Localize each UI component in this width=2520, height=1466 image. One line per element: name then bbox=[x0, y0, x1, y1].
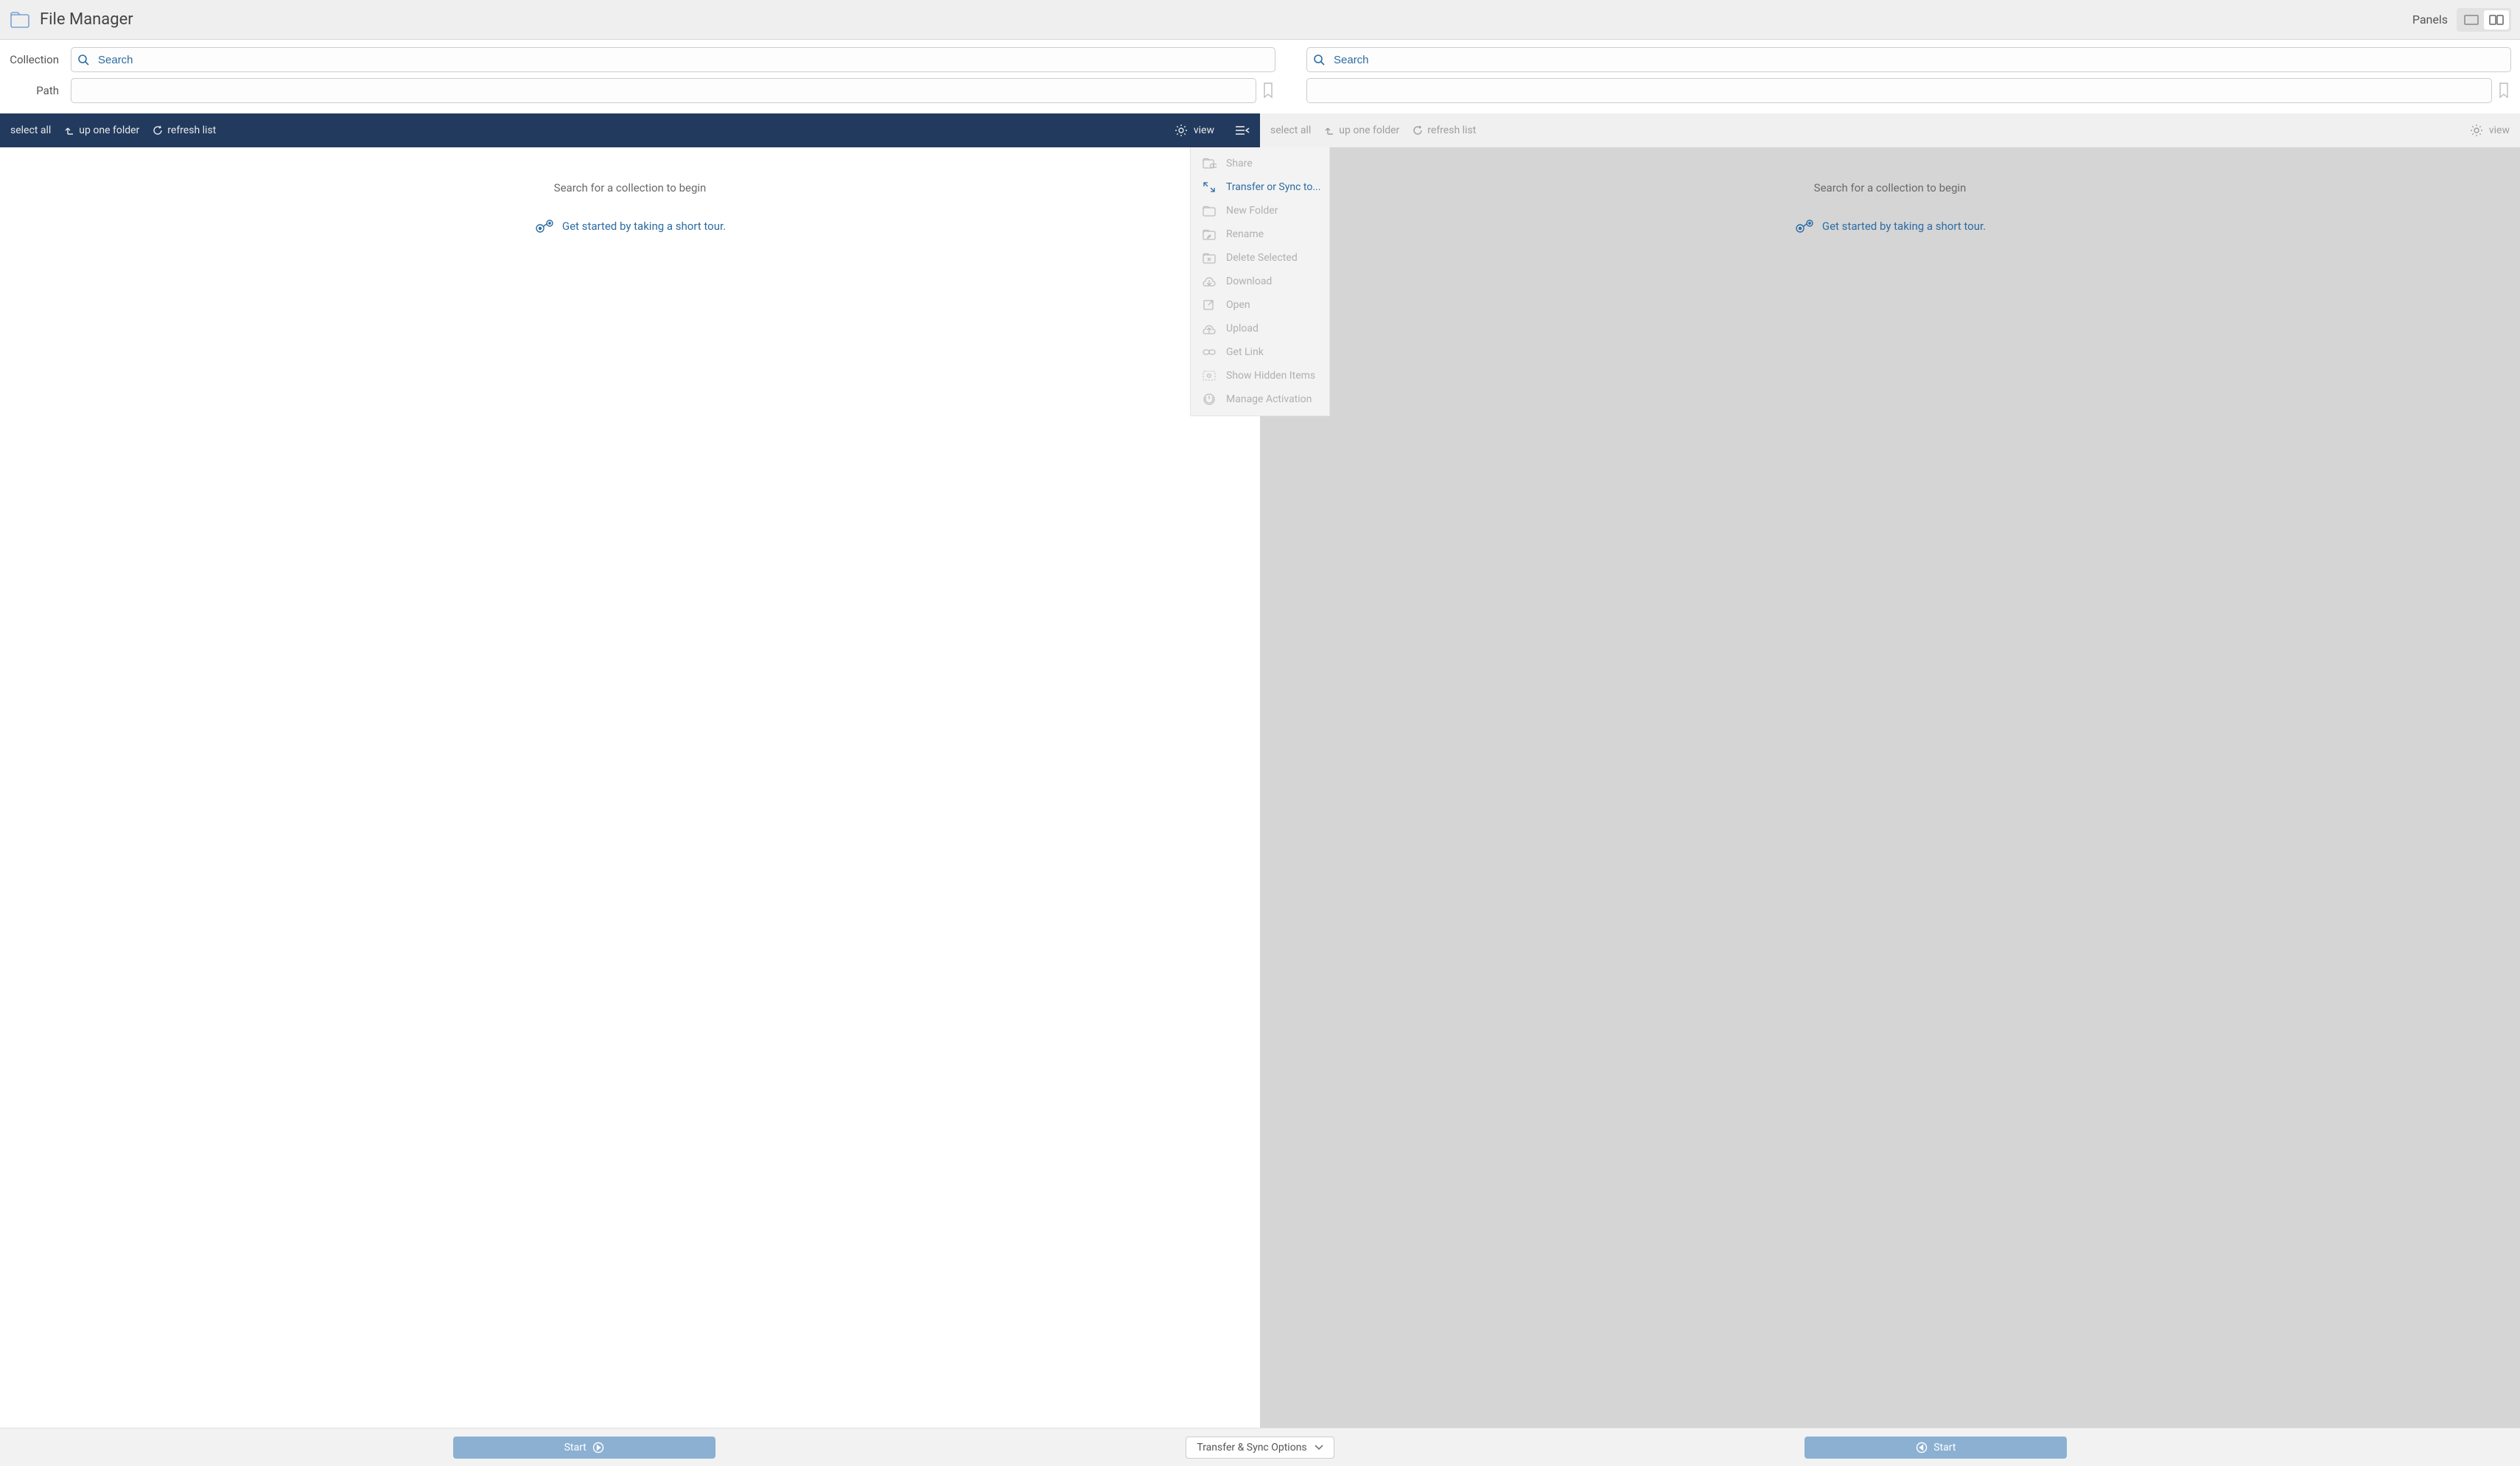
panes: Search for a collection to begin Get sta… bbox=[0, 147, 2520, 1428]
collection-search-left[interactable] bbox=[71, 47, 1275, 72]
up-arrow-icon bbox=[1324, 125, 1334, 136]
collection-search-right[interactable] bbox=[1306, 47, 2511, 72]
menu-item-new_folder: New Folder bbox=[1191, 199, 1329, 222]
up-one-folder-label: up one folder bbox=[79, 124, 139, 136]
menu-item-rename: Rename bbox=[1191, 222, 1329, 246]
menu-item-activation: Manage Activation bbox=[1191, 387, 1329, 411]
menu-item-label: Manage Activation bbox=[1226, 393, 1312, 405]
tour-link[interactable]: Get started by taking a short tour. bbox=[1794, 218, 1986, 234]
path-input-right[interactable] bbox=[1306, 78, 2492, 103]
right-pane: Search for a collection to begin Get sta… bbox=[1260, 147, 2520, 1428]
menu-item-label: Delete Selected bbox=[1226, 252, 1298, 264]
new_folder-icon bbox=[1201, 204, 1217, 217]
folder-icon bbox=[9, 10, 31, 30]
tour-link-label: Get started by taking a short tour. bbox=[562, 220, 726, 233]
transfer-icon bbox=[1201, 180, 1217, 194]
collection-label: Collection bbox=[9, 53, 59, 66]
fields-block: Collection Path bbox=[0, 40, 2520, 113]
left-pane: Search for a collection to begin Get sta… bbox=[0, 147, 1260, 1428]
start-right-button[interactable]: Start bbox=[1805, 1437, 2067, 1459]
start-left-button[interactable]: Start bbox=[453, 1437, 715, 1459]
view-label: view bbox=[2489, 124, 2510, 136]
empty-message: Search for a collection to begin bbox=[554, 181, 707, 194]
view-button[interactable]: view bbox=[2470, 124, 2510, 137]
menu-item-label: New Folder bbox=[1226, 205, 1278, 217]
menu-item-label: Upload bbox=[1226, 323, 1259, 334]
refresh-icon bbox=[1413, 125, 1423, 136]
activation-icon bbox=[1201, 393, 1217, 406]
path-row: Path bbox=[9, 78, 2511, 103]
play-left-icon bbox=[1916, 1442, 1928, 1453]
menu-item-label: Open bbox=[1226, 299, 1250, 311]
menu-item-open: Open bbox=[1191, 293, 1329, 317]
start-label: Start bbox=[564, 1442, 587, 1453]
get_link-icon bbox=[1201, 346, 1217, 359]
menu-item-get_link: Get Link bbox=[1191, 340, 1329, 364]
app-header: File Manager Panels bbox=[0, 0, 2520, 40]
start-label: Start bbox=[1933, 1442, 1956, 1453]
select-all-button[interactable]: select all bbox=[10, 124, 51, 136]
search-icon bbox=[1313, 54, 1325, 66]
menu-item-label: Show Hidden Items bbox=[1226, 370, 1315, 382]
gear-icon bbox=[2470, 124, 2483, 137]
panels-label: Panels bbox=[2412, 13, 2448, 27]
right-toolbar: select all up one folder refresh list vi… bbox=[1260, 113, 2520, 147]
share-icon bbox=[1201, 157, 1217, 170]
open-icon bbox=[1201, 298, 1217, 312]
bookmark-icon[interactable] bbox=[1261, 83, 1275, 99]
tour-icon bbox=[1794, 218, 1815, 234]
up-arrow-icon bbox=[64, 125, 74, 136]
center-action-menu: Share Transfer or Sync to... New Folder Ren… bbox=[1190, 147, 1330, 416]
bookmark-icon[interactable] bbox=[2496, 83, 2511, 99]
refresh-list-label: refresh list bbox=[1427, 124, 1476, 136]
refresh-icon bbox=[153, 125, 163, 136]
left-toolbar: select all up one folder refresh list vi… bbox=[0, 113, 1260, 147]
path-label: Path bbox=[9, 84, 59, 97]
menu-item-label: Get Link bbox=[1226, 346, 1264, 358]
transfer-sync-options-button[interactable]: Transfer & Sync Options bbox=[1186, 1437, 1334, 1459]
menu-item-share: Share bbox=[1191, 152, 1329, 175]
chevron-down-icon bbox=[1315, 1445, 1323, 1451]
rename-icon bbox=[1201, 228, 1217, 241]
tour-link-label: Get started by taking a short tour. bbox=[1822, 220, 1986, 233]
app-title: File Manager bbox=[40, 10, 133, 29]
collection-row: Collection bbox=[9, 47, 2511, 72]
path-input-left[interactable] bbox=[71, 78, 1256, 103]
play-right-icon bbox=[592, 1442, 604, 1453]
menu-item-delete: Delete Selected bbox=[1191, 246, 1329, 270]
toolbars: select all up one folder refresh list vi… bbox=[0, 113, 2520, 147]
menu-item-label: Share bbox=[1226, 158, 1253, 169]
delete-icon bbox=[1201, 251, 1217, 264]
footer: Start Transfer & Sync Options Start bbox=[0, 1428, 2520, 1466]
menu-item-label: Rename bbox=[1226, 228, 1264, 240]
upload-icon bbox=[1201, 322, 1217, 335]
menu-item-transfer[interactable]: Transfer or Sync to... bbox=[1191, 175, 1329, 199]
tour-link[interactable]: Get started by taking a short tour. bbox=[534, 218, 726, 234]
dual-panel-button[interactable] bbox=[2484, 10, 2509, 29]
single-panel-button[interactable] bbox=[2459, 10, 2484, 29]
menu-item-label: Transfer or Sync to... bbox=[1226, 181, 1320, 193]
menu-item-upload: Upload bbox=[1191, 317, 1329, 340]
collapse-menu-button[interactable] bbox=[1235, 125, 1250, 136]
transfer-options-label: Transfer & Sync Options bbox=[1197, 1442, 1306, 1453]
tour-icon bbox=[534, 218, 555, 234]
menu-item-download: Download bbox=[1191, 270, 1329, 293]
refresh-list-button[interactable]: refresh list bbox=[153, 124, 216, 136]
download-icon bbox=[1201, 275, 1217, 288]
search-icon bbox=[77, 54, 89, 66]
view-button[interactable]: view bbox=[1175, 124, 1214, 137]
show_hidden-icon bbox=[1201, 369, 1217, 382]
up-one-folder-button[interactable]: up one folder bbox=[1324, 124, 1399, 136]
menu-item-label: Download bbox=[1226, 276, 1272, 287]
up-one-folder-button[interactable]: up one folder bbox=[64, 124, 139, 136]
panels-toggle-group bbox=[2457, 8, 2511, 32]
gear-icon bbox=[1175, 124, 1188, 137]
empty-message: Search for a collection to begin bbox=[1814, 181, 1967, 194]
view-label: view bbox=[1194, 124, 1214, 136]
menu-item-show_hidden: Show Hidden Items bbox=[1191, 364, 1329, 387]
up-one-folder-label: up one folder bbox=[1339, 124, 1399, 136]
select-all-button[interactable]: select all bbox=[1270, 124, 1311, 136]
refresh-list-label: refresh list bbox=[167, 124, 216, 136]
refresh-list-button[interactable]: refresh list bbox=[1413, 124, 1476, 136]
